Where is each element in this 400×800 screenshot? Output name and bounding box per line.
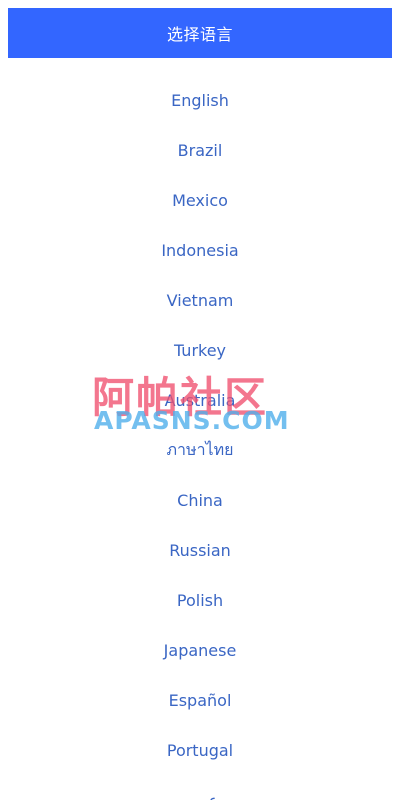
language-option-portugal[interactable]: Portugal bbox=[0, 725, 400, 775]
language-option-indonesia[interactable]: Indonesia bbox=[0, 225, 400, 275]
language-option-english[interactable]: English bbox=[0, 75, 400, 125]
language-option-turkey[interactable]: Turkey bbox=[0, 325, 400, 375]
language-option-arabic[interactable]: عربي bbox=[0, 775, 400, 800]
header-bar: 选择语言 bbox=[8, 8, 392, 58]
language-option-thai[interactable]: ภาษาไทย bbox=[0, 425, 400, 475]
language-option-espanol[interactable]: Español bbox=[0, 675, 400, 725]
language-option-polish[interactable]: Polish bbox=[0, 575, 400, 625]
language-list: English Brazil Mexico Indonesia Vietnam … bbox=[0, 75, 400, 800]
language-option-australia[interactable]: Australia bbox=[0, 375, 400, 425]
language-select-screen: 选择语言 English Brazil Mexico Indonesia Vie… bbox=[0, 0, 400, 800]
page-title: 选择语言 bbox=[166, 25, 233, 44]
language-option-vietnam[interactable]: Vietnam bbox=[0, 275, 400, 325]
language-option-russian[interactable]: Russian bbox=[0, 525, 400, 575]
language-option-china[interactable]: China bbox=[0, 475, 400, 525]
language-option-mexico[interactable]: Mexico bbox=[0, 175, 400, 225]
language-option-brazil[interactable]: Brazil bbox=[0, 125, 400, 175]
language-option-japanese[interactable]: Japanese bbox=[0, 625, 400, 675]
